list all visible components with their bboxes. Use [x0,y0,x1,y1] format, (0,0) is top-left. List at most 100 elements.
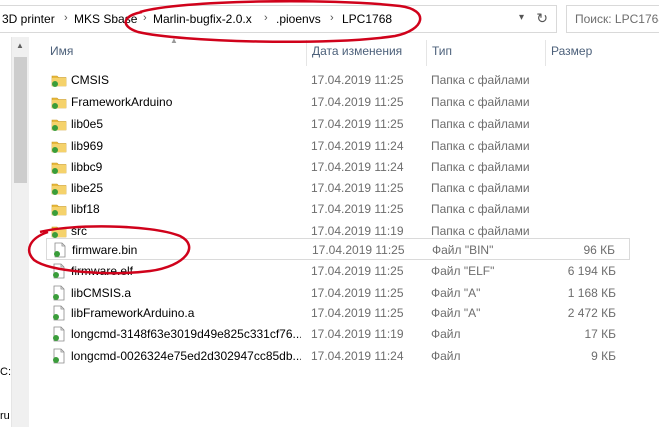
breadcrumb-3d-printer[interactable]: 3D printer [2,12,55,26]
file-date: 17.04.2019 11:24 [311,139,404,153]
file-date: 17.04.2019 11:19 [311,224,404,238]
file-type: Папка с файлами [431,181,530,195]
column-header-size[interactable]: Размер [551,44,592,58]
file-type: Файл [431,327,461,341]
folder-row[interactable]: CMSIS 17.04.2019 11:25 Папка с файлами [46,69,630,91]
file-name: FrameworkArduino [71,95,173,109]
column-divider[interactable] [426,40,427,66]
folder-icon [51,180,67,196]
file-type: Папка с файлами [431,73,530,87]
search-box[interactable] [566,5,659,33]
folder-row[interactable]: FrameworkArduino 17.04.2019 11:25 Папка с … [46,91,630,113]
folder-row[interactable]: libf18 17.04.2019 11:25 Папка с файлами [46,198,630,220]
file-name: lib969 [71,139,104,153]
file-row[interactable]: longcmd-0026324e75ed2d302947cc85db... 17.… [46,345,630,367]
folder-icon [51,159,67,175]
file-size: 6 194 КБ [567,264,616,278]
file-name: firmware.elf [71,264,134,278]
file-date: 17.04.2019 11:25 [311,286,404,300]
breadcrumb-lpc1768[interactable]: LPC1768 [342,12,392,26]
file-type: Папка с файлами [431,117,530,131]
file-date: 17.04.2019 11:25 [311,73,404,87]
column-header-date[interactable]: Дата изменения [312,44,402,58]
file-icon [52,242,68,258]
file-type: Папка с файлами [431,224,530,238]
file-type: Файл "A" [431,286,481,300]
folder-row[interactable]: lib0e5 17.04.2019 11:25 Папка с файлами [46,113,630,135]
file-name: libFrameworkArduino.a [71,306,195,320]
file-date: 17.04.2019 11:25 [311,202,404,216]
chevron-right-icon[interactable]: › [264,12,268,24]
file-date: 17.04.2019 11:25 [312,243,405,257]
file-type: Файл "A" [431,306,481,320]
file-date: 17.04.2019 11:25 [311,306,404,320]
file-date: 17.04.2019 11:25 [311,264,404,278]
file-name: libf18 [71,202,100,216]
breadcrumb-marlin[interactable]: Marlin-bugfix-2.0.x [153,12,252,26]
folder-row[interactable]: lib969 17.04.2019 11:24 Папка с файлами [46,135,630,157]
refresh-icon[interactable]: ↻ [536,10,548,27]
file-size: 96 КБ [583,243,615,257]
file-type: Файл "ELF" [431,264,495,278]
file-row[interactable]: firmware.elf 17.04.2019 11:25 Файл "ELF" 6 … [46,260,630,282]
chevron-right-icon[interactable]: › [64,12,68,24]
file-type: Папка с файлами [431,139,530,153]
file-name: CMSIS [71,73,110,87]
breadcrumb-pioenvs[interactable]: .pioenvs [276,12,321,26]
file-icon [51,263,67,279]
search-input[interactable] [567,6,659,32]
folder-icon [51,72,67,88]
file-size: 17 КБ [584,327,616,341]
file-name: longcmd-0026324e75ed2d302947cc85db... [71,349,301,363]
sort-ascending-icon: ▲ [170,36,178,45]
file-size: 1 168 КБ [567,286,616,300]
vertical-scrollbar[interactable]: ▲ [12,37,29,427]
file-date: 17.04.2019 11:24 [311,349,404,363]
file-date: 17.04.2019 11:19 [311,327,404,341]
file-icon [51,348,67,364]
file-icon [51,326,67,342]
column-divider[interactable] [545,40,546,66]
file-date: 17.04.2019 11:25 [311,181,404,195]
folder-icon [51,116,67,132]
breadcrumb-mks-sbase[interactable]: MKS Sbase [74,12,137,26]
file-type: Папка с файлами [431,202,530,216]
column-header-name[interactable]: Имя [50,44,73,58]
chevron-down-icon[interactable]: ▾ [519,12,524,23]
file-size: 9 КБ [591,349,616,363]
nav-item-fragment[interactable]: ru [0,410,11,422]
folder-icon [51,138,67,154]
file-name: libCMSIS.a [71,286,132,300]
file-icon [51,285,67,301]
file-date: 17.04.2019 11:25 [311,117,404,131]
nav-item-fragment[interactable]: C:) [0,366,11,378]
file-date: 17.04.2019 11:24 [311,160,404,174]
file-row[interactable]: libCMSIS.a 17.04.2019 11:25 Файл "A" 1 168 … [46,282,630,304]
address-bar[interactable]: 3D printer › MKS Sbase › Marlin-bugfix-2… [0,5,557,33]
file-row[interactable]: longcmd-3148f63e3019d49e825c331cf76... 17… [46,323,630,345]
chevron-right-icon[interactable]: › [330,12,334,24]
file-row[interactable]: firmware.bin 17.04.2019 11:25 Файл "BIN" 96… [46,238,630,260]
column-divider[interactable] [306,40,307,66]
folder-row[interactable]: libbc9 17.04.2019 11:24 Папка с файлами [46,156,630,178]
file-type: Файл "BIN" [432,243,494,257]
file-name: firmware.bin [72,243,138,257]
file-row[interactable]: libFrameworkArduino.a 17.04.2019 11:25 Фай… [46,302,630,324]
file-type: Папка с файлами [431,95,530,109]
file-date: 17.04.2019 11:25 [311,95,404,109]
scroll-up-arrow-icon[interactable]: ▲ [16,41,24,50]
folder-row[interactable]: libe25 17.04.2019 11:25 Папка с файлами [46,177,630,199]
folder-icon [51,94,67,110]
folder-icon [51,223,67,239]
file-name: libe25 [71,181,104,195]
file-name: longcmd-3148f63e3019d49e825c331cf76... [71,327,301,341]
file-name: lib0e5 [71,117,104,131]
file-icon [51,305,67,321]
file-name: libbc9 [71,160,103,174]
scrollbar-thumb[interactable] [14,57,27,183]
file-type: Папка с файлами [431,160,530,174]
file-type: Файл [431,349,461,363]
chevron-right-icon[interactable]: › [143,12,147,24]
folder-icon [51,201,67,217]
column-header-type[interactable]: Тип [432,44,452,58]
